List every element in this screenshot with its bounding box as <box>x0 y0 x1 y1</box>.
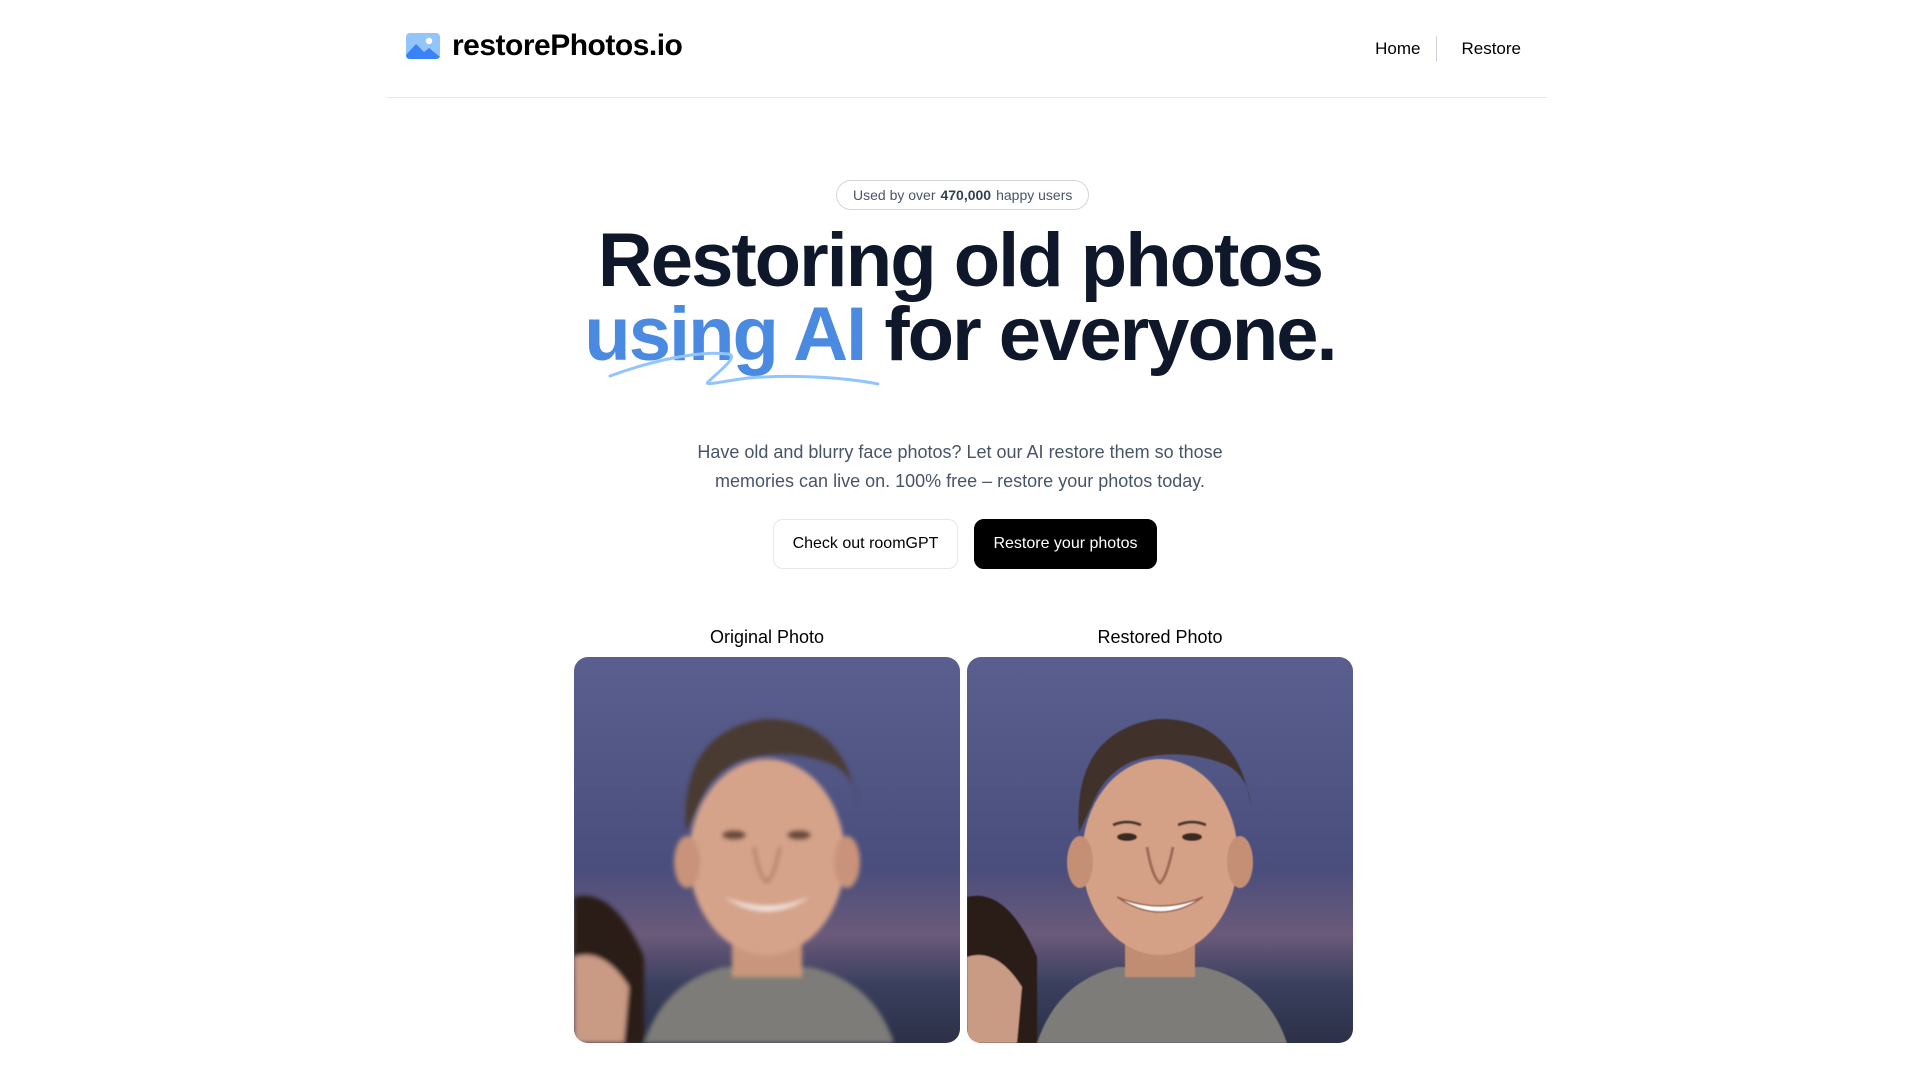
site-header: restorePhotos.io Home Restore <box>387 0 1547 98</box>
subtitle-line-2: memories can live on. 100% free – restor… <box>715 471 1205 491</box>
hero-headline: Restoring old photos using AI for everyo… <box>0 218 1920 373</box>
underline-squiggle <box>608 351 880 386</box>
image-icon <box>406 33 440 59</box>
headline-line-1: Restoring old photos <box>597 218 1324 303</box>
subtitle-line-1: Have old and blurry face photos? Let our… <box>697 442 1223 462</box>
nav-restore-link[interactable]: Restore <box>1461 39 1521 59</box>
original-photo <box>574 657 960 1043</box>
restored-photo <box>967 657 1353 1043</box>
main-nav: Home Restore <box>1375 36 1521 62</box>
badge-count: 470,000 <box>940 187 992 203</box>
headline-rest: for everyone. <box>884 292 1337 377</box>
hero-subtitle: Have old and blurry face photos? Let our… <box>0 438 1920 496</box>
headline-line-2: using AI for everyone. <box>0 297 1920 373</box>
restore-photos-button[interactable]: Restore your photos <box>974 519 1157 569</box>
badge-prefix: Used by over <box>853 187 936 203</box>
restored-photo-image <box>967 657 1353 1043</box>
roomgpt-button[interactable]: Check out roomGPT <box>773 519 958 569</box>
restored-photo-label: Restored Photo <box>1097 627 1223 647</box>
original-photo-label: Original Photo <box>709 627 825 647</box>
users-badge: Used by over 470,000 happy users <box>836 180 1090 210</box>
nav-home-link[interactable]: Home <box>1375 39 1420 59</box>
original-photo-image <box>574 657 960 1043</box>
brand-name: restorePhotos.io <box>452 29 683 62</box>
logo-link[interactable]: restorePhotos.io <box>405 29 683 63</box>
nav-divider <box>1436 36 1438 62</box>
badge-suffix: happy users <box>996 187 1073 203</box>
